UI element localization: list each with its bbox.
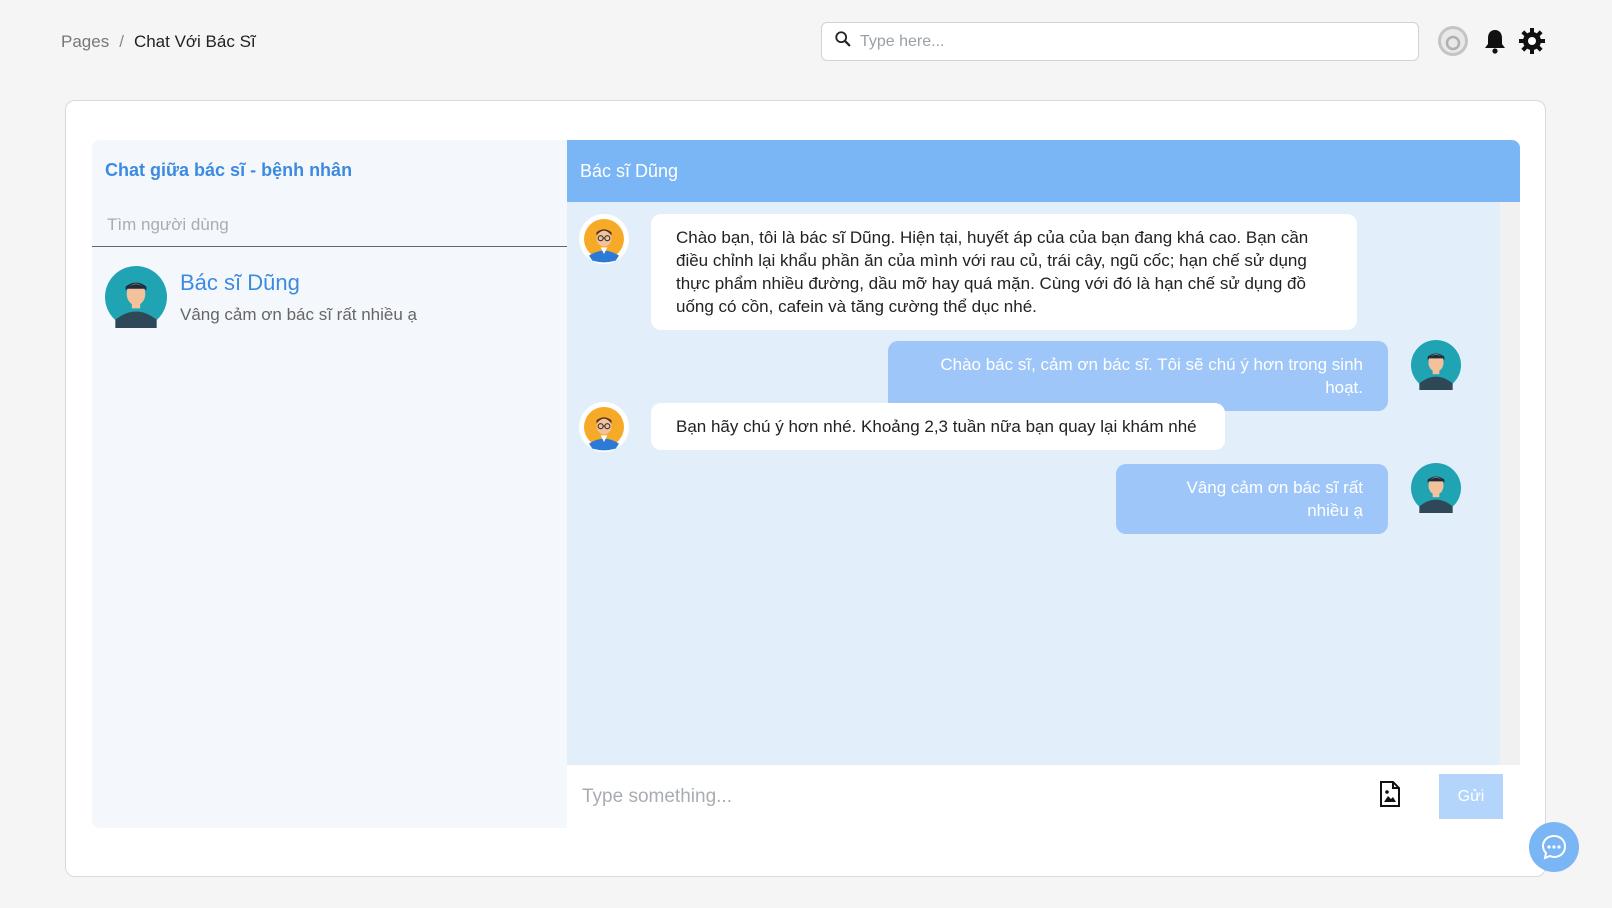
image-file-icon[interactable] (1373, 777, 1407, 811)
chat-card: Chat giữa bác sĩ - bệnh nhân Bác sĩ Dũng… (65, 100, 1546, 877)
doctor-avatar (579, 402, 629, 452)
contacts-sidebar: Chat giữa bác sĩ - bệnh nhân Bác sĩ Dũng… (92, 140, 567, 828)
message-incoming: Chào bạn, tôi là bác sĩ Dũng. Hiện tại, … (651, 214, 1357, 330)
contact-last-message: Vâng cảm ơn bác sĩ rất nhiều ạ (180, 304, 418, 324)
send-button[interactable]: Gửi (1439, 774, 1503, 819)
message-input[interactable] (567, 771, 1347, 823)
contact-name: Bác sĩ Dũng (180, 269, 300, 295)
sidebar-title: Chat giữa bác sĩ - bệnh nhân (105, 160, 353, 180)
patient-avatar (1411, 340, 1461, 390)
bell-icon[interactable] (1478, 24, 1512, 58)
search-box[interactable] (821, 22, 1419, 61)
chat-panel: Bác sĩ Dũng Chào bạn, tôi là bác sĩ Dũng… (567, 140, 1520, 828)
search-icon (834, 30, 852, 53)
message-outgoing: Vâng cảm ơn bác sĩ rất nhiều ạ (1116, 464, 1388, 534)
message-scrollbar[interactable] (1500, 202, 1520, 765)
user-search-input[interactable] (92, 204, 567, 247)
message-incoming: Bạn hãy chú ý hơn nhé. Khoảng 2,3 tuần n… (651, 403, 1225, 450)
chat-header-title: Bác sĩ Dũng (567, 140, 1520, 202)
breadcrumb-current: Chat Với Bác Sĩ (133, 32, 256, 51)
contact-avatar (105, 266, 167, 328)
gear-icon[interactable] (1515, 24, 1549, 58)
message-composer: Gửi (567, 765, 1520, 828)
chat-bubble-icon[interactable] (1529, 822, 1579, 872)
contact-item[interactable]: Bác sĩ Dũng Vâng cảm ơn bác sĩ rất nhiều… (105, 264, 555, 330)
user-circle-icon[interactable] (1436, 24, 1470, 58)
message-list[interactable]: Chào bạn, tôi là bác sĩ Dũng. Hiện tại, … (567, 202, 1500, 765)
patient-avatar (1411, 463, 1461, 513)
doctor-avatar (579, 214, 629, 264)
breadcrumb-root[interactable]: Pages (61, 32, 109, 51)
breadcrumb-separator: / (119, 32, 124, 51)
search-input[interactable] (860, 32, 1400, 51)
top-bar: Pages / Chat Với Bác Sĩ (0, 0, 1612, 90)
breadcrumb: Pages / Chat Với Bác Sĩ (61, 32, 256, 52)
message-outgoing: Chào bác sĩ, cảm ơn bác sĩ. Tôi sẽ chú ý… (888, 341, 1388, 411)
contact-info: Bác sĩ Dũng Vâng cảm ơn bác sĩ rất nhiều… (180, 270, 417, 325)
